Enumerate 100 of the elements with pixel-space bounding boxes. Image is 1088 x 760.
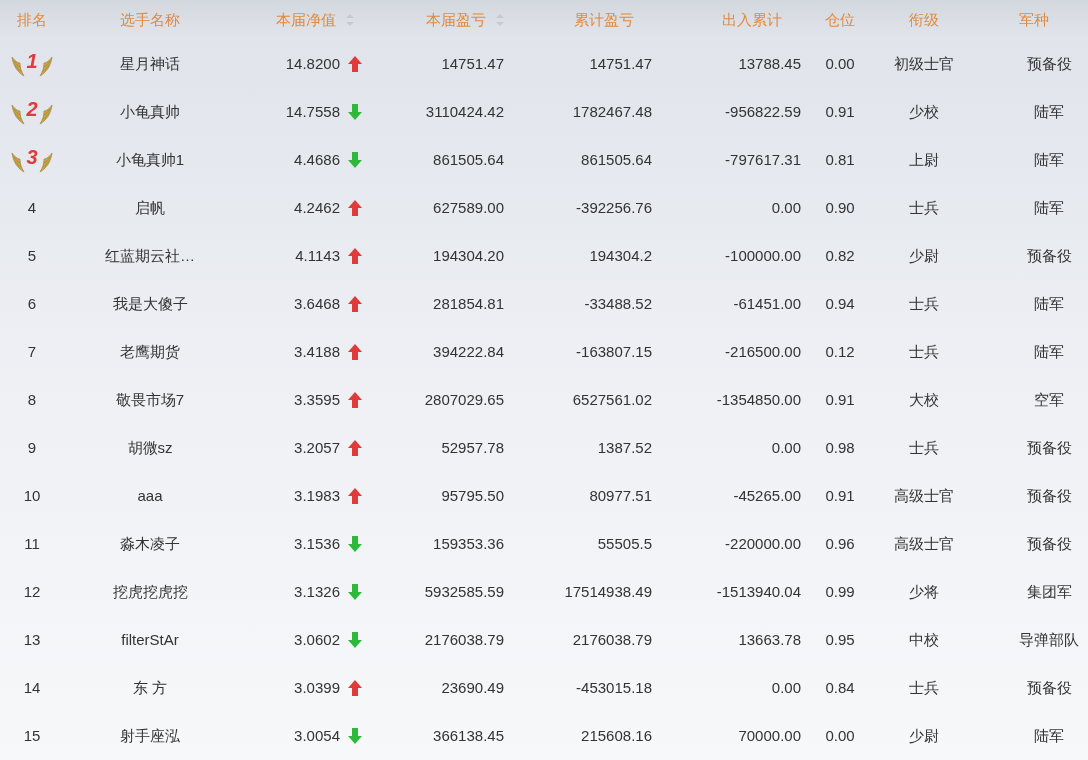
inout-value: 0.00 <box>771 197 801 218</box>
sort-icon[interactable] <box>496 14 504 26</box>
column-header[interactable]: 本届盈亏 <box>426 8 486 32</box>
grade-text: 初级士官 <box>894 53 954 74</box>
cumulative-value: 861505.64 <box>581 149 652 170</box>
net-value: 3.1536 <box>294 533 340 554</box>
net-value: 3.0602 <box>294 629 340 650</box>
cumulative-value: -392256.76 <box>576 197 652 218</box>
player-name: 东 方 <box>132 677 168 698</box>
grade-text: 士兵 <box>909 197 939 218</box>
player-name: 小龟真帅 <box>120 101 180 122</box>
profit-value: 394222.84 <box>433 341 504 362</box>
rank-number: 5 <box>27 245 37 266</box>
player-name: filterStAr <box>121 629 179 650</box>
profit-value: 95795.50 <box>441 485 504 506</box>
rank-medal: 1 <box>11 51 53 77</box>
profit-value: 5932585.59 <box>424 581 504 602</box>
inout-value: -216500.00 <box>725 341 801 362</box>
player-name: 我是大傻子 <box>112 293 188 314</box>
net-value: 4.2462 <box>294 197 340 218</box>
rank-number: 14 <box>23 677 41 698</box>
position-value: 0.95 <box>825 629 855 650</box>
net-value: 4.4686 <box>294 149 340 170</box>
player-name: 启帆 <box>135 197 165 218</box>
profit-value: 627589.00 <box>433 197 504 218</box>
service-text: 陆军 <box>1034 293 1064 314</box>
inout-value: -45265.00 <box>733 485 801 506</box>
grade-text: 大校 <box>909 389 939 410</box>
service-text: 陆军 <box>1034 341 1064 362</box>
sort-icon[interactable] <box>346 14 354 26</box>
inout-value: 70000.00 <box>738 725 801 746</box>
rank-medal: 3 <box>11 147 53 173</box>
profit-value: 861505.64 <box>433 149 504 170</box>
cumulative-value: 6527561.02 <box>572 389 652 410</box>
cumulative-value: 1387.52 <box>597 437 652 458</box>
inout-value: 13788.45 <box>738 53 801 74</box>
grade-text: 士兵 <box>909 437 939 458</box>
rank-number: 7 <box>27 341 37 362</box>
position-value: 0.99 <box>825 581 855 602</box>
profit-value: 14751.47 <box>441 53 504 74</box>
cumulative-value: -163807.15 <box>576 341 652 362</box>
profit-value: 194304.20 <box>433 245 504 266</box>
net-value: 3.1983 <box>294 485 340 506</box>
wing-icon <box>38 103 53 125</box>
player-name: 星月神话 <box>120 53 180 74</box>
position-value: 0.00 <box>825 53 855 74</box>
service-text: 空军 <box>1034 389 1064 410</box>
player-name: 红蓝期云社… <box>105 245 195 266</box>
service-text: 预备役 <box>1026 437 1072 458</box>
rank-number: 13 <box>23 629 41 650</box>
position-value: 0.94 <box>825 293 855 314</box>
service-text: 陆军 <box>1034 101 1064 122</box>
service-text: 导弹部队 <box>1019 629 1079 650</box>
rank-number: 8 <box>27 389 37 410</box>
grade-text: 士兵 <box>909 677 939 698</box>
grade-text: 士兵 <box>909 293 939 314</box>
inout-value: -1354850.00 <box>716 389 801 410</box>
wing-icon <box>11 103 26 125</box>
position-value: 0.81 <box>825 149 855 170</box>
profit-value: 23690.49 <box>441 677 504 698</box>
cumulative-value: 1782467.48 <box>572 101 652 122</box>
position-value: 0.00 <box>825 725 855 746</box>
inout-value: -797617.31 <box>725 149 801 170</box>
profit-value: 52957.78 <box>441 437 504 458</box>
rank-number: 11 <box>24 533 40 554</box>
column-header: 选手名称 <box>120 9 180 30</box>
service-text: 预备役 <box>1026 53 1072 74</box>
player-name: 挖虎挖虎挖 <box>112 581 188 602</box>
inout-value: -61451.00 <box>733 293 801 314</box>
grade-text: 高级士官 <box>894 485 954 506</box>
service-text: 预备役 <box>1026 533 1072 554</box>
rank-number: 10 <box>23 485 41 506</box>
player-name: aaa <box>137 485 163 506</box>
net-value: 3.1326 <box>294 581 340 602</box>
column-header[interactable]: 本届净值 <box>276 8 336 32</box>
position-value: 0.82 <box>825 245 855 266</box>
net-value: 3.2057 <box>294 437 340 458</box>
rank-number: 12 <box>23 581 41 602</box>
grade-text: 少校 <box>909 101 939 122</box>
inout-value: -220000.00 <box>725 533 801 554</box>
cumulative-value: 80977.51 <box>589 485 652 506</box>
inout-value: 0.00 <box>771 677 801 698</box>
rank-number: 15 <box>23 725 41 746</box>
column-header: 衔级 <box>909 9 939 30</box>
grade-text: 少尉 <box>909 725 939 746</box>
inout-value: 0.00 <box>771 437 801 458</box>
cumulative-value: 14751.47 <box>589 53 652 74</box>
wing-icon <box>38 55 53 77</box>
net-value: 4.1143 <box>295 245 340 266</box>
rank-number: 6 <box>27 293 37 314</box>
profit-value: 281854.81 <box>433 293 504 314</box>
net-value: 3.0399 <box>294 677 340 698</box>
position-value: 0.91 <box>825 389 855 410</box>
profit-value: 2176038.79 <box>424 629 504 650</box>
net-value: 3.6468 <box>294 293 340 314</box>
column-header: 累计盈亏 <box>574 9 634 30</box>
position-value: 0.90 <box>825 197 855 218</box>
position-value: 0.98 <box>825 437 855 458</box>
profit-value: 366138.45 <box>433 725 504 746</box>
wing-icon <box>38 151 53 173</box>
